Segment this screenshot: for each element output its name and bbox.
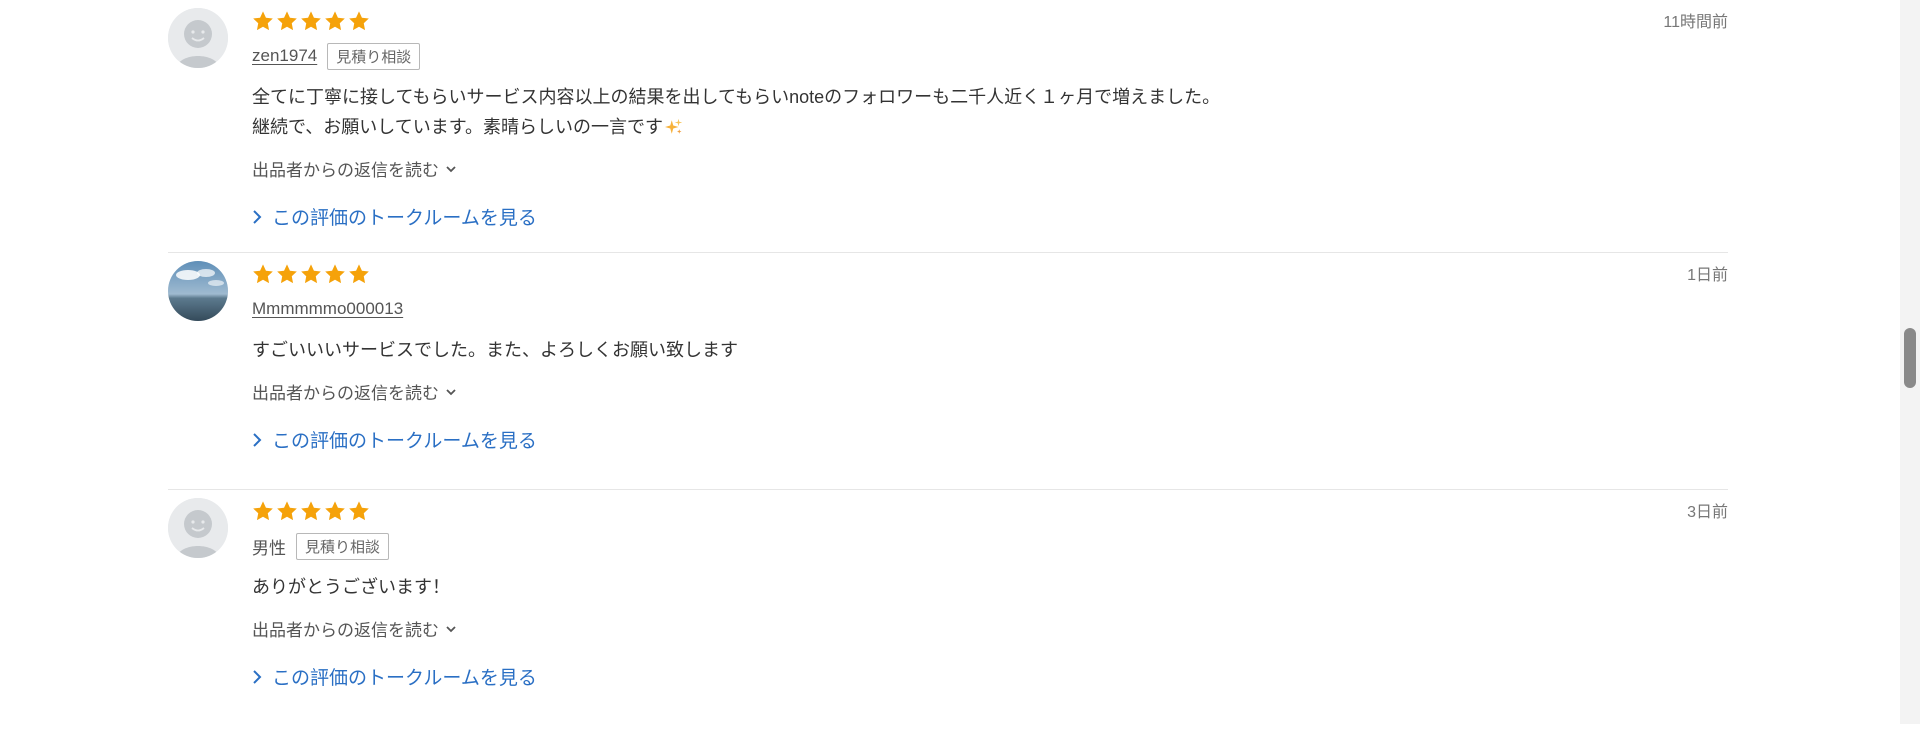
review-comment-line: 継続で、お願いしています。素晴らしいの一言です xyxy=(252,117,663,137)
review-date: 11時間前 xyxy=(1663,14,1728,31)
vertical-scrollbar[interactable] xyxy=(1900,0,1920,724)
review-date: 1日前 xyxy=(1687,267,1728,284)
star-icon xyxy=(301,11,321,31)
service-type-badge: 見積り相談 xyxy=(296,532,390,560)
view-talkroom-link[interactable]: この評価のトークルームを見る xyxy=(252,426,1728,453)
star-rating xyxy=(252,498,1728,524)
scrollbar-thumb[interactable] xyxy=(1904,328,1916,388)
chevron-down-icon xyxy=(446,388,456,395)
star-icon xyxy=(277,11,297,31)
read-seller-reply-toggle[interactable]: 出品者からの返信を読む xyxy=(252,156,1728,181)
star-icon xyxy=(301,501,321,521)
read-seller-reply-toggle[interactable]: 出品者からの返信を読む xyxy=(252,379,1728,404)
sparkles-icon xyxy=(664,118,683,134)
star-icon xyxy=(253,264,273,284)
chevron-down-icon xyxy=(446,165,456,172)
review-comment: すごいいいサービスでした。また、よろしくお願い致します xyxy=(252,340,738,360)
default-user-icon xyxy=(168,498,228,558)
read-seller-reply-label: 出品者からの返信を読む xyxy=(252,384,439,403)
star-icon xyxy=(277,501,297,521)
star-icon xyxy=(325,11,345,31)
avatar[interactable] xyxy=(168,8,228,68)
chevron-right-icon xyxy=(253,432,262,447)
view-talkroom-label: この評価のトークルームを見る xyxy=(272,431,537,452)
sky-photo-avatar xyxy=(168,261,228,321)
review-comment-line: 全てに丁寧に接してもらいサービス内容以上の結果を出してもらいnoteのフォロワー… xyxy=(252,87,1221,107)
reviewer-name[interactable]: Mmmmmmo000013 xyxy=(252,299,403,319)
reviewer-name: 男性 xyxy=(252,538,286,558)
star-rating xyxy=(252,8,1728,34)
avatar[interactable] xyxy=(168,498,228,558)
view-talkroom-link[interactable]: この評価のトークルームを見る xyxy=(252,663,1728,690)
star-rating xyxy=(252,261,1728,287)
review-list: zen1974 見積り相談 全てに丁寧に接してもらいサービス内容以上の結果を出し… xyxy=(168,0,1728,755)
default-user-icon xyxy=(168,8,228,68)
star-icon xyxy=(325,264,345,284)
review-item: Mmmmmmo000013 すごいいいサービスでした。また、よろしくお願い致しま… xyxy=(168,253,1728,490)
star-icon xyxy=(349,501,369,521)
review-item: 男性 見積り相談 ありがとうございます！ 出品者からの返信を読む この評価のトー… xyxy=(168,490,1728,755)
read-seller-reply-label: 出品者からの返信を読む xyxy=(252,161,439,180)
chevron-right-icon xyxy=(253,669,262,684)
read-seller-reply-label: 出品者からの返信を読む xyxy=(252,621,439,640)
review-comment: ありがとうございます！ xyxy=(252,577,450,597)
reviewer-name[interactable]: zen1974 xyxy=(252,46,317,66)
view-talkroom-label: この評価のトークルームを見る xyxy=(272,208,537,229)
star-icon xyxy=(349,264,369,284)
avatar[interactable] xyxy=(168,261,228,321)
star-icon xyxy=(253,11,273,31)
star-icon xyxy=(349,11,369,31)
read-seller-reply-toggle[interactable]: 出品者からの返信を読む xyxy=(252,616,1728,641)
star-icon xyxy=(301,264,321,284)
review-date: 3日前 xyxy=(1687,504,1728,521)
review-item: zen1974 見積り相談 全てに丁寧に接してもらいサービス内容以上の結果を出し… xyxy=(168,0,1728,253)
star-icon xyxy=(325,501,345,521)
star-icon xyxy=(277,264,297,284)
service-type-badge: 見積り相談 xyxy=(327,42,421,70)
review-comment: 全てに丁寧に接してもらいサービス内容以上の結果を出してもらいnoteのフォロワー… xyxy=(252,82,1728,142)
chevron-down-icon xyxy=(446,625,456,632)
view-talkroom-label: この評価のトークルームを見る xyxy=(272,668,537,689)
star-icon xyxy=(253,501,273,521)
view-talkroom-link[interactable]: この評価のトークルームを見る xyxy=(252,203,1728,230)
chevron-right-icon xyxy=(253,209,262,224)
